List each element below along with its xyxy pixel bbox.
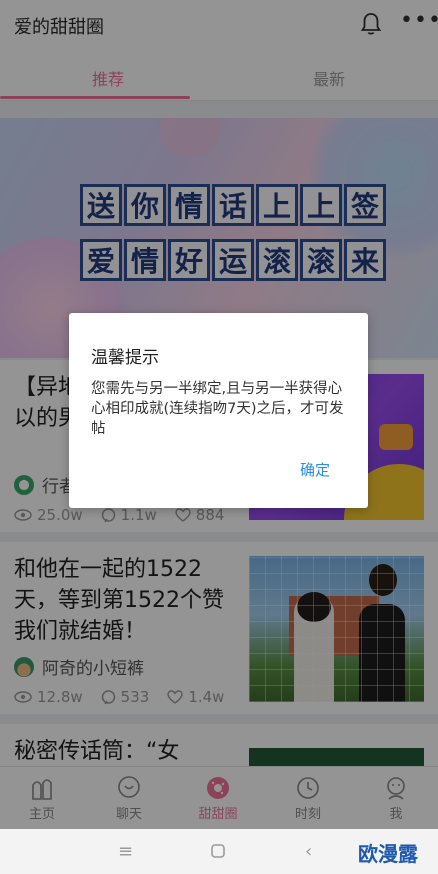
watermark: 欧漫露 [358, 842, 418, 866]
confirm-button[interactable]: 确定 [300, 459, 330, 480]
alert-dialog: 温馨提示 您需先与另一半绑定,且与另一半获得心心相印成就(连续指吻7天)之后，才… [69, 313, 368, 508]
dialog-title: 温馨提示 [91, 348, 159, 368]
home-button-icon[interactable] [210, 843, 226, 859]
back-icon[interactable]: ‹ [305, 841, 312, 862]
dialog-message: 您需先与另一半绑定,且与另一半获得心心相印成就(连续指吻7天)之后，才可发帖 [91, 381, 344, 437]
menu-icon[interactable]: ≡ [118, 841, 133, 862]
